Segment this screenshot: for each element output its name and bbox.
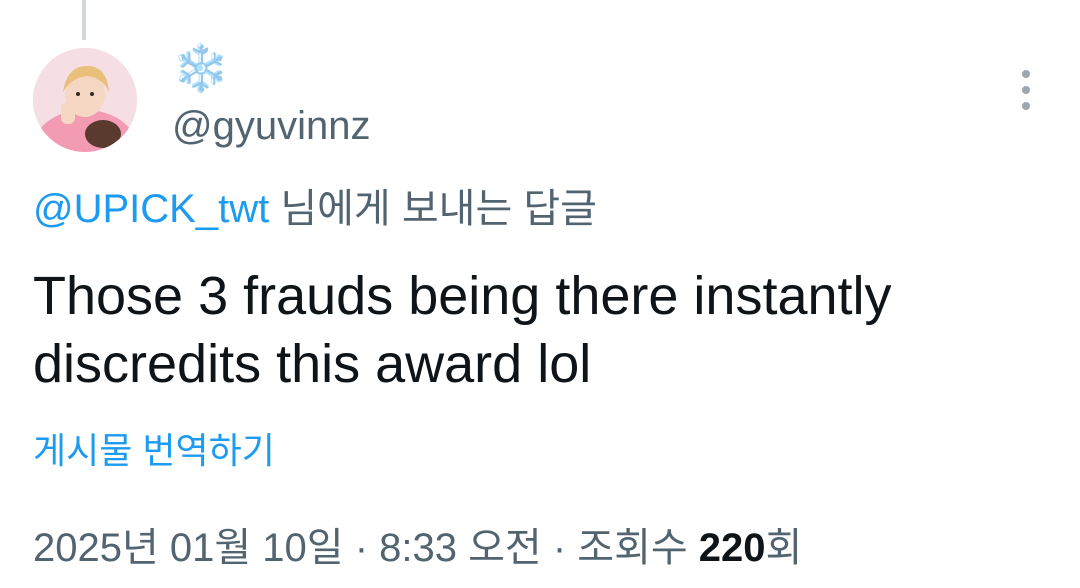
tweet-date[interactable]: 2025년 01월 10일	[33, 526, 344, 570]
translate-post-link[interactable]: 게시물 번역하기	[33, 428, 275, 474]
views-label: 조회수	[577, 526, 699, 570]
tweet-time[interactable]: 8:33 오전	[379, 526, 542, 570]
avatar[interactable]	[33, 48, 137, 152]
user-handle[interactable]: @gyuvinnz	[172, 102, 370, 150]
views-suffix: 회	[765, 526, 803, 570]
meta-separator: ·	[343, 526, 380, 570]
reply-to-suffix: 님에게 보내는 답글	[269, 187, 597, 231]
more-vertical-icon-dot	[1022, 86, 1030, 94]
tweet-metadata: 2025년 01월 10일 · 8:33 오전 · 조회수 220회	[33, 522, 802, 574]
reply-to-mention-link[interactable]: @UPICK_twt	[33, 187, 269, 231]
more-vertical-icon	[1022, 70, 1030, 78]
meta-separator: ·	[541, 526, 578, 570]
more-options-button[interactable]	[1010, 70, 1042, 110]
avatar-image	[33, 48, 137, 152]
more-vertical-icon-dot	[1022, 102, 1030, 110]
display-name[interactable]: ❄️	[172, 42, 229, 94]
tweet-text: Those 3 frauds being there instantly dis…	[33, 266, 892, 394]
views-count: 220	[698, 526, 766, 570]
thread-connector-line	[82, 0, 86, 40]
reply-context: @UPICK_twt 님에게 보내는 답글	[33, 184, 597, 234]
